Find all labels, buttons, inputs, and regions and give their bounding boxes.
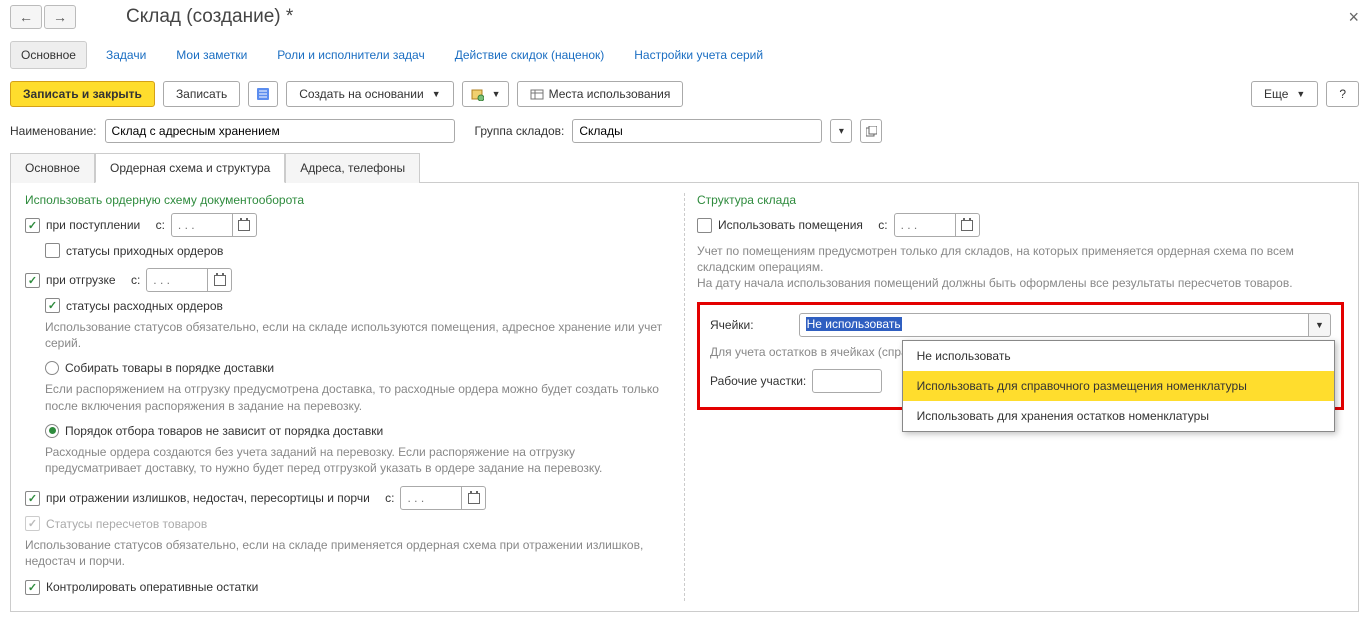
cells-option-none[interactable]: Не использовать <box>903 341 1334 371</box>
label-use-rooms: Использовать помещения <box>718 218 863 232</box>
areas-input[interactable] <box>812 369 882 393</box>
label-from2: с: <box>131 273 140 287</box>
checkbox-control[interactable]: ✓ <box>25 580 40 595</box>
areas-label: Рабочие участки: <box>710 374 806 388</box>
date-rooms[interactable] <box>894 213 956 237</box>
structure-title: Структура склада <box>697 193 1344 207</box>
date-ship-picker[interactable] <box>208 268 232 292</box>
nav-forward-button[interactable]: → <box>44 5 76 29</box>
date-surplus[interactable] <box>400 486 462 510</box>
more-button[interactable]: Еще▼ <box>1251 81 1318 107</box>
page-title: Склад (создание) * <box>126 6 293 28</box>
label-from: с: <box>156 218 165 232</box>
group-label: Группа складов: <box>475 124 565 138</box>
order-scheme-title: Использовать ордерную схему документообо… <box>25 193 672 207</box>
cells-dropdown-button[interactable]: ▼ <box>1309 313 1331 337</box>
highlighted-cells-area: Ячейки: Не использовать ▼ Не использоват… <box>697 302 1344 410</box>
note-radio1: Если распоряжением на отгрузку предусмот… <box>45 381 672 413</box>
label-status-in: статусы приходных ордеров <box>66 244 223 258</box>
list-icon-button[interactable] <box>248 81 278 107</box>
label-from3: с: <box>385 491 394 505</box>
checkbox-on-ship[interactable]: ✓ <box>25 273 40 288</box>
close-icon[interactable]: × <box>1348 7 1359 28</box>
checkbox-surplus[interactable]: ✓ <box>25 491 40 506</box>
name-label: Наименование: <box>10 124 97 138</box>
navtab-notes[interactable]: Мои заметки <box>165 41 258 69</box>
checkbox-status-in[interactable] <box>45 243 60 258</box>
checkbox-use-rooms[interactable] <box>697 218 712 233</box>
usage-button[interactable]: Места использования <box>517 81 684 107</box>
note-status-out: Использование статусов обязательно, если… <box>45 319 672 351</box>
cells-label: Ячейки: <box>710 318 754 332</box>
create-based-button[interactable]: Создать на основании▼ <box>286 81 453 107</box>
name-input[interactable] <box>105 119 455 143</box>
navtab-tasks[interactable]: Задачи <box>95 41 157 69</box>
label-status-recount: Статусы пересчетов товаров <box>46 517 207 531</box>
group-input[interactable] <box>572 119 822 143</box>
label-surplus: при отражении излишков, недостач, пересо… <box>46 491 370 505</box>
group-open-button[interactable] <box>860 119 882 143</box>
checkbox-status-recount: ✓ <box>25 516 40 531</box>
date-ship[interactable] <box>146 268 208 292</box>
date-receive-picker[interactable] <box>233 213 257 237</box>
navtab-discounts[interactable]: Действие скидок (наценок) <box>444 41 616 69</box>
date-surplus-picker[interactable] <box>462 486 486 510</box>
note-radio2: Расходные ордера создаются без учета зад… <box>45 444 672 476</box>
label-on-ship: при отгрузке <box>46 273 116 287</box>
cells-dropdown-list: Не использовать Использовать для справоч… <box>902 340 1335 432</box>
label-radio1: Собирать товары в порядке доставки <box>65 361 274 375</box>
cells-option-storage[interactable]: Использовать для хранения остатков номен… <box>903 401 1334 431</box>
nav-back-button[interactable]: ← <box>10 5 42 29</box>
label-from-r: с: <box>878 218 887 232</box>
group-dropdown-button[interactable]: ▾ <box>830 119 852 143</box>
label-on-receive: при поступлении <box>46 218 140 232</box>
navtab-main[interactable]: Основное <box>10 41 87 69</box>
cells-option-reference[interactable]: Использовать для справочного размещения … <box>903 371 1334 401</box>
attach-button[interactable]: ▼ <box>462 81 509 107</box>
date-receive[interactable] <box>171 213 233 237</box>
tab-addresses[interactable]: Адреса, телефоны <box>285 153 420 183</box>
navtab-series[interactable]: Настройки учета серий <box>623 41 774 69</box>
label-status-out: статусы расходных ордеров <box>66 299 223 313</box>
navtab-roles[interactable]: Роли и исполнители задач <box>266 41 435 69</box>
tab-order-scheme[interactable]: Ордерная схема и структура <box>95 153 285 183</box>
label-radio2: Порядок отбора товаров не зависит от пор… <box>65 424 383 438</box>
save-close-button[interactable]: Записать и закрыть <box>10 81 155 107</box>
checkbox-on-receive[interactable]: ✓ <box>25 218 40 233</box>
date-rooms-picker[interactable] <box>956 213 980 237</box>
help-button[interactable]: ? <box>1326 81 1359 107</box>
cells-select-value[interactable]: Не использовать <box>799 313 1309 337</box>
radio-independent[interactable] <box>45 424 59 438</box>
radio-collect-order[interactable] <box>45 361 59 375</box>
save-button[interactable]: Записать <box>163 81 240 107</box>
note-status-recount: Использование статусов обязательно, если… <box>25 537 672 569</box>
note-rooms: Учет по помещениям предусмотрен только д… <box>697 243 1344 292</box>
label-control: Контролировать оперативные остатки <box>46 580 258 594</box>
tab-main[interactable]: Основное <box>10 153 95 183</box>
checkbox-status-out[interactable]: ✓ <box>45 298 60 313</box>
